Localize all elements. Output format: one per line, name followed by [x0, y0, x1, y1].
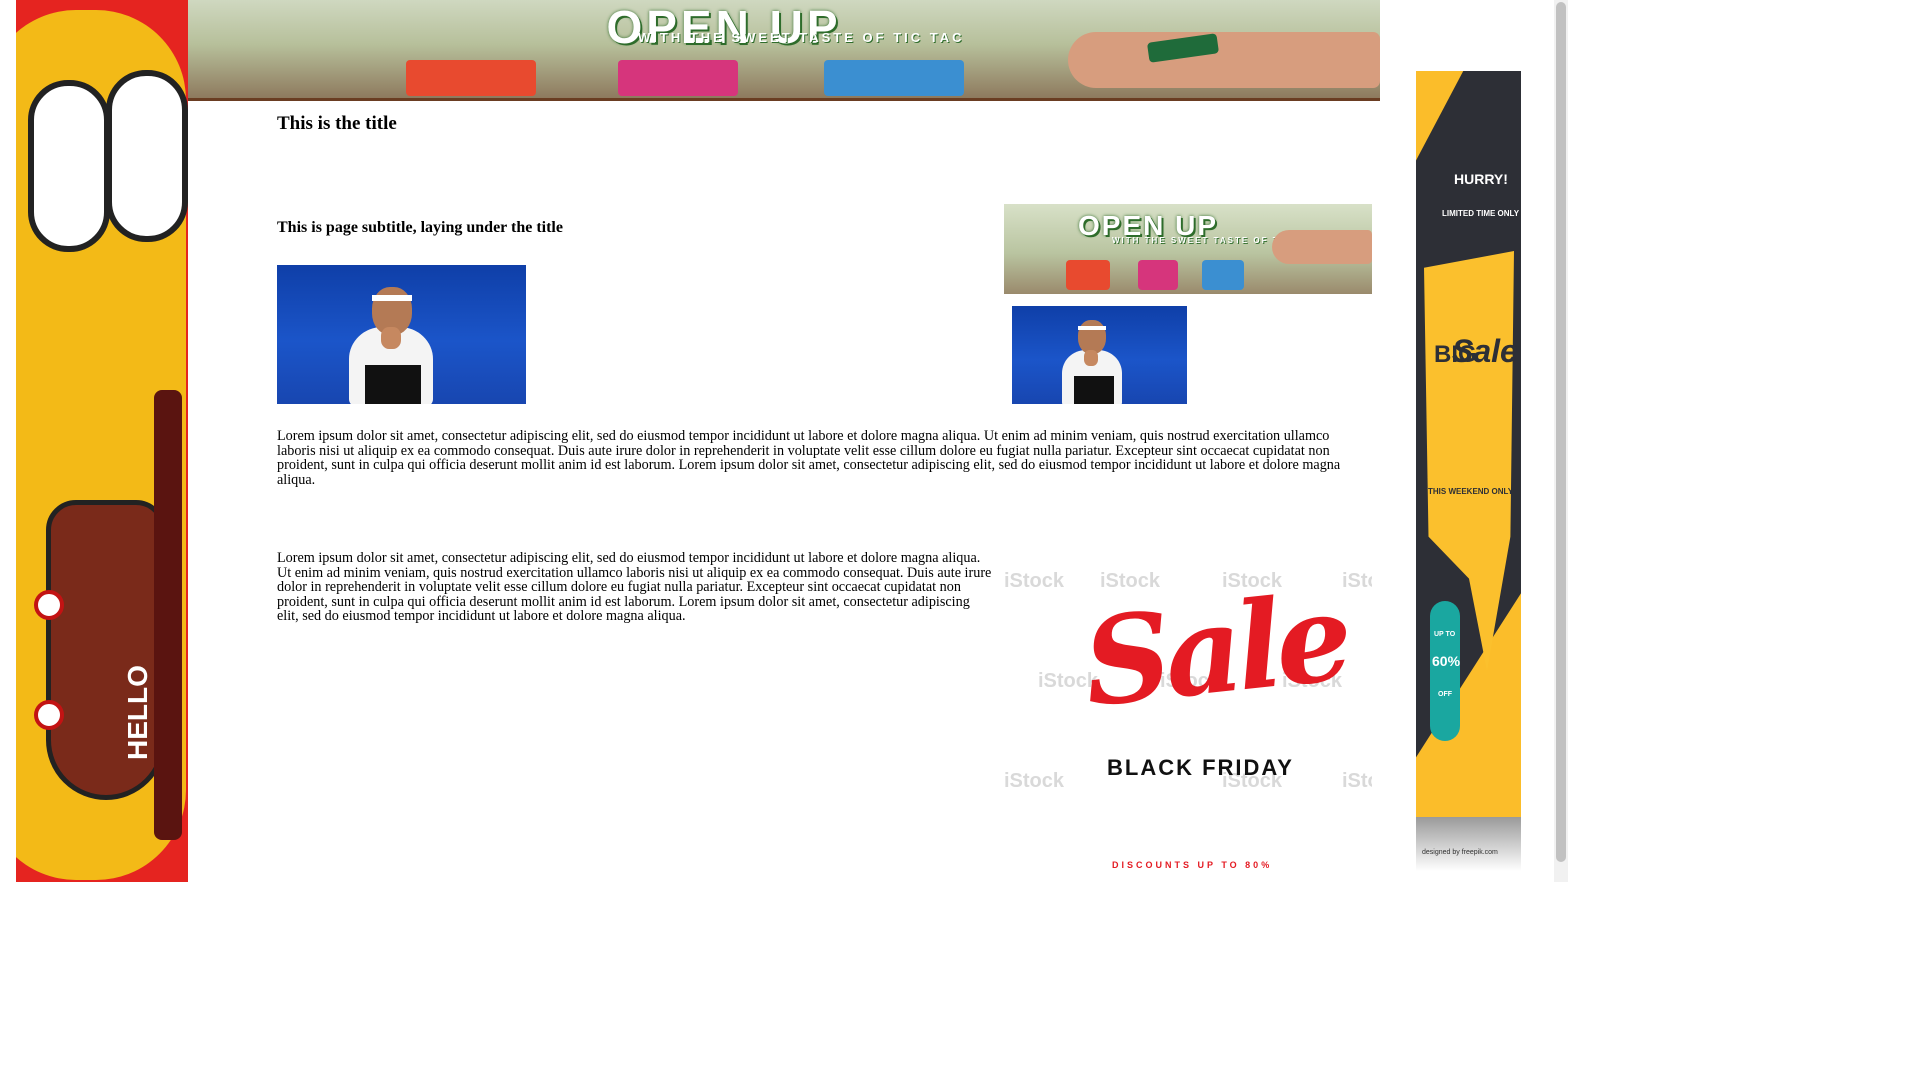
watermark-text: iStock	[1342, 770, 1372, 792]
discount-text: DISCOUNTS UP TO 80%	[1112, 860, 1273, 870]
cartoon-eye-right	[106, 70, 188, 242]
sale-script-text: Sale	[1077, 566, 1354, 735]
right-skyscraper-ad[interactable]: HURRY! LIMITED TIME ONLY BIG Sale THIS W…	[1416, 71, 1521, 871]
cartoon-eye-left	[28, 80, 110, 252]
black-friday-text: BLACK FRIDAY	[1107, 755, 1294, 780]
percent-text: 60%	[1432, 653, 1461, 669]
body-paragraph: Lorem ipsum dolor sit amet, consectetur …	[277, 550, 992, 625]
ring-decoration	[34, 590, 64, 620]
black-friday-ad[interactable]: iStock iStock iStock iStock iStock iStoc…	[1004, 540, 1372, 882]
page-title: This is the title	[277, 113, 397, 134]
off-text: OFF	[1438, 691, 1452, 698]
sale-text: Sale	[1452, 333, 1518, 369]
upto-text: UP TO	[1434, 631, 1456, 638]
tictac-pack-blue	[1202, 260, 1244, 290]
player-fist	[1084, 350, 1098, 366]
left-skyscraper-ad[interactable]: HELLO	[16, 0, 188, 882]
ad-footer	[1416, 817, 1521, 871]
this-weekend-text: THIS WEEKEND ONLY	[1428, 487, 1514, 496]
hand-image	[1068, 32, 1380, 88]
side-banner-ad[interactable]: OPEN UP WITH THE SWEET TASTE OF TIC TAC	[1004, 204, 1372, 294]
top-banner-ad[interactable]: OPEN UP WITH THE SWEET TASTE OF TIC TAC	[188, 0, 1380, 101]
tictac-pack-blue	[824, 60, 964, 96]
scrollbar-thumb[interactable]	[1556, 2, 1566, 862]
player-headband	[372, 295, 412, 301]
tictac-pack-orange	[406, 60, 536, 96]
ring-decoration	[34, 700, 64, 730]
hurry-text: HURRY!	[1454, 171, 1508, 187]
limited-text: LIMITED TIME ONLY	[1442, 209, 1520, 218]
banner-tagline: WITH THE SWEET TASTE OF TIC TAC	[638, 30, 965, 45]
page-scrollbar[interactable]	[1554, 0, 1568, 882]
watermark-text: iStock	[1004, 570, 1065, 592]
tictac-pack-pink	[1138, 260, 1178, 290]
drink-bottle	[154, 390, 182, 840]
tennis-player-photo-small	[1012, 306, 1187, 404]
discount-badge	[1430, 601, 1460, 741]
watermark-text: iStock	[1004, 770, 1065, 792]
player-shirt-black	[1074, 376, 1114, 404]
tictac-pack-orange	[1066, 260, 1110, 290]
tictac-pack-pink	[618, 60, 738, 96]
player-fist	[381, 327, 401, 349]
player-shirt-black	[365, 365, 421, 404]
tennis-player-photo-large	[277, 265, 526, 404]
body-paragraph: Lorem ipsum dolor sit amet, consectetur …	[277, 428, 1341, 488]
hello-text: HELLO	[122, 665, 153, 760]
watermark-text: iStock	[1342, 570, 1372, 592]
credit-text: designed by freepik.com	[1422, 849, 1498, 856]
page-subtitle: This is page subtitle, laying under the …	[277, 219, 563, 236]
player-headband	[1078, 326, 1106, 330]
hand-image	[1272, 230, 1372, 264]
